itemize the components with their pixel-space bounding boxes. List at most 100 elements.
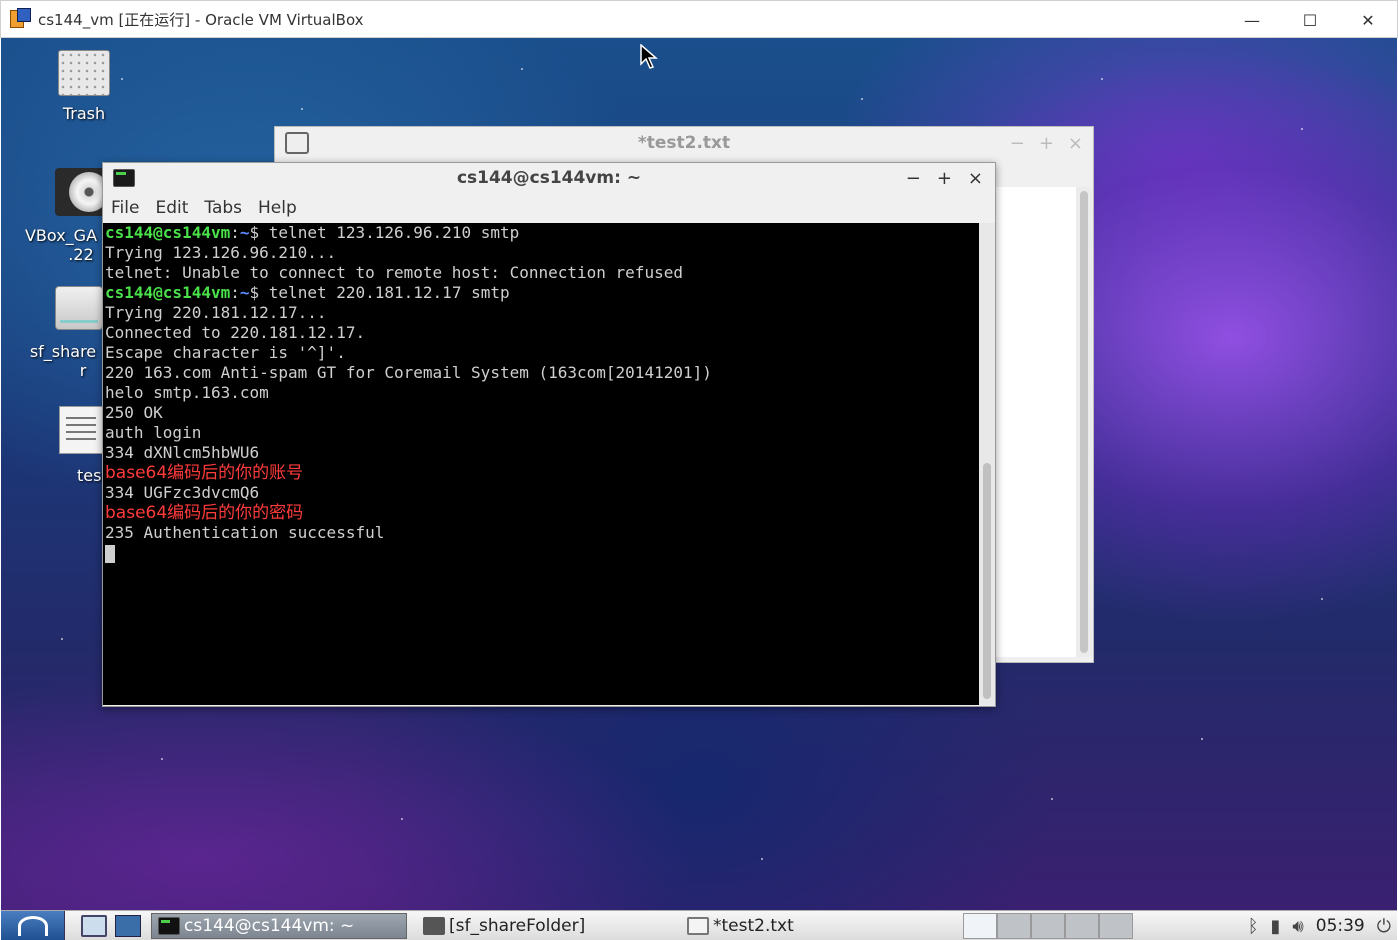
desktop-icon-label-2: r [79, 361, 87, 380]
virtualbox-icon [10, 8, 32, 30]
prompt-separator: : [230, 283, 240, 302]
start-menu-button[interactable] [1, 910, 65, 940]
terminal-line: 334 UGFzc3dvcmQ6 [105, 483, 979, 503]
desktop-icon-label: sf_share [29, 342, 97, 361]
prompt-path: ~ [239, 223, 250, 242]
terminal-line: 334 dXNlcm5hbWU6 [105, 443, 979, 463]
terminal-maximize-button[interactable]: + [937, 168, 952, 189]
terminal-close-button[interactable]: × [968, 168, 983, 189]
terminal-cursor [105, 544, 115, 563]
prompt-dollar: $ [249, 283, 260, 302]
terminal-text: Trying 123.126.96.210... [105, 243, 337, 262]
network-manager-button[interactable] [111, 912, 145, 940]
editor-maximize-button[interactable]: + [1039, 133, 1054, 154]
desktop-icon-label-2: .22 [68, 245, 94, 264]
terminal-text: 334 dXNlcm5hbWU6 [105, 443, 260, 462]
notepad-icon [687, 916, 709, 935]
menu-edit[interactable]: Edit [155, 198, 188, 218]
power-icon[interactable]: ⏻ [1377, 916, 1391, 937]
taskbar-item-terminal[interactable]: cs144@cs144vm: ~ [151, 912, 407, 939]
prompt-dollar: $ [249, 223, 260, 242]
host-close-button[interactable]: ✕ [1339, 1, 1397, 39]
desktop-icon-sf-share[interactable]: sf_share r [13, 286, 109, 380]
taskbar-item-folder[interactable]: [sf_shareFolder] [417, 913, 677, 939]
terminal-line: base64编码后的你的密码 [105, 503, 979, 523]
terminal-line: Trying 123.126.96.210... [105, 243, 979, 263]
terminal-line: helo smtp.163.com [105, 383, 979, 403]
desktop-icon-label: Trash [62, 104, 106, 123]
terminal-text: auth login [105, 423, 202, 442]
volume-icon[interactable]: 🔊︎ [1292, 916, 1303, 937]
prompt-separator: : [230, 223, 240, 242]
editor-text-area[interactable] [993, 187, 1077, 657]
folder-icon [423, 916, 445, 935]
terminal-window[interactable]: cs144@cs144vm: ~ − + × File Edit Tabs He… [102, 162, 996, 707]
system-tray: ᛒ ▮ 🔊︎ 05:39 ⏻ [1248, 911, 1397, 940]
desktop-icon-vbox-ga[interactable]: VBox_GA .22 [13, 168, 111, 264]
menu-help[interactable]: Help [258, 198, 297, 218]
terminal-line: auth login [105, 423, 979, 443]
terminal-line: 235 Authentication successful [105, 523, 979, 543]
editor-titlebar[interactable]: *test2.txt − + × [275, 127, 1093, 159]
start-menu-icon [17, 915, 48, 936]
workspace-3[interactable] [1031, 913, 1065, 939]
terminal-text: Escape character is '^]'. [105, 343, 346, 362]
prompt-path: ~ [239, 283, 250, 302]
show-desktop-icon [81, 914, 107, 937]
terminal-title: cs144@cs144vm: ~ [456, 168, 642, 188]
terminal-text: 250 OK [105, 403, 163, 422]
menu-tabs[interactable]: Tabs [204, 198, 242, 218]
taskbar-item-label: [sf_shareFolder] [449, 915, 586, 936]
mouse-pointer-icon [640, 44, 658, 69]
workspace-2[interactable] [997, 913, 1031, 939]
terminal-command: telnet 123.126.96.210 smtp [259, 223, 520, 242]
terminal-line [105, 543, 979, 563]
bluetooth-icon[interactable]: ᛒ [1248, 916, 1259, 937]
terminal-titlebar[interactable]: cs144@cs144vm: ~ − + × [103, 163, 995, 193]
terminal-menubar: File Edit Tabs Help [103, 193, 995, 223]
desktop-icon-label: VBox_GA [24, 226, 98, 245]
guest-taskbar: cs144@cs144vm: ~ [sf_shareFolder] *test2… [1, 910, 1397, 940]
menu-file[interactable]: File [111, 198, 139, 218]
host-titlebar: cs144_vm [正在运行] - Oracle VM VirtualBox —… [0, 0, 1398, 38]
prompt-user: cs144@cs144vm [105, 223, 231, 242]
host-maximize-button[interactable]: ☐ [1281, 1, 1339, 39]
terminal-minimize-button[interactable]: − [906, 168, 921, 189]
show-desktop-button[interactable] [77, 912, 111, 940]
terminal-line: 250 OK [105, 403, 979, 423]
host-minimize-button[interactable]: — [1223, 1, 1281, 39]
terminal-output[interactable]: cs144@cs144vm:~$ telnet 123.126.96.210 s… [103, 223, 979, 705]
network-icon [115, 914, 141, 937]
terminal-icon [158, 916, 180, 935]
terminal-scroll-thumb[interactable] [983, 463, 991, 699]
prompt-user: cs144@cs144vm [105, 283, 231, 302]
terminal-text: 334 UGFzc3dvcmQ6 [105, 483, 260, 502]
annotation-text: base64编码后的你的账号 [105, 463, 304, 483]
editor-minimize-button[interactable]: − [1010, 133, 1025, 154]
workspace-5[interactable] [1099, 913, 1133, 939]
host-window-title: cs144_vm [正在运行] - Oracle VM VirtualBox [38, 10, 364, 29]
terminal-line: base64编码后的你的账号 [105, 463, 979, 483]
terminal-line: Connected to 220.181.12.17. [105, 323, 979, 343]
annotation-text: base64编码后的你的密码 [105, 503, 304, 523]
editor-scrollbar[interactable] [1076, 187, 1092, 657]
taskbar-item-editor[interactable]: *test2.txt [681, 913, 901, 939]
terminal-line: Escape character is '^]'. [105, 343, 979, 363]
workspace-1[interactable] [963, 913, 997, 939]
workspace-4[interactable] [1065, 913, 1099, 939]
battery-icon[interactable]: ▮ [1271, 916, 1281, 937]
terminal-text: Trying 220.181.12.17... [105, 303, 327, 322]
terminal-line: Trying 220.181.12.17... [105, 303, 979, 323]
terminal-text: 235 Authentication successful [105, 523, 385, 542]
trash-icon [58, 50, 110, 96]
editor-title: *test2.txt [637, 133, 731, 153]
editor-scroll-thumb[interactable] [1080, 191, 1088, 653]
editor-close-button[interactable]: × [1068, 133, 1083, 154]
desktop-icon-trash[interactable]: Trash [41, 50, 127, 123]
terminal-scrollbar[interactable] [979, 223, 995, 705]
drive-icon [55, 286, 103, 330]
taskbar-item-label: *test2.txt [713, 915, 794, 936]
terminal-line: telnet: Unable to connect to remote host… [105, 263, 979, 283]
clock[interactable]: 05:39 [1316, 916, 1365, 936]
terminal-text: Connected to 220.181.12.17. [105, 323, 366, 342]
